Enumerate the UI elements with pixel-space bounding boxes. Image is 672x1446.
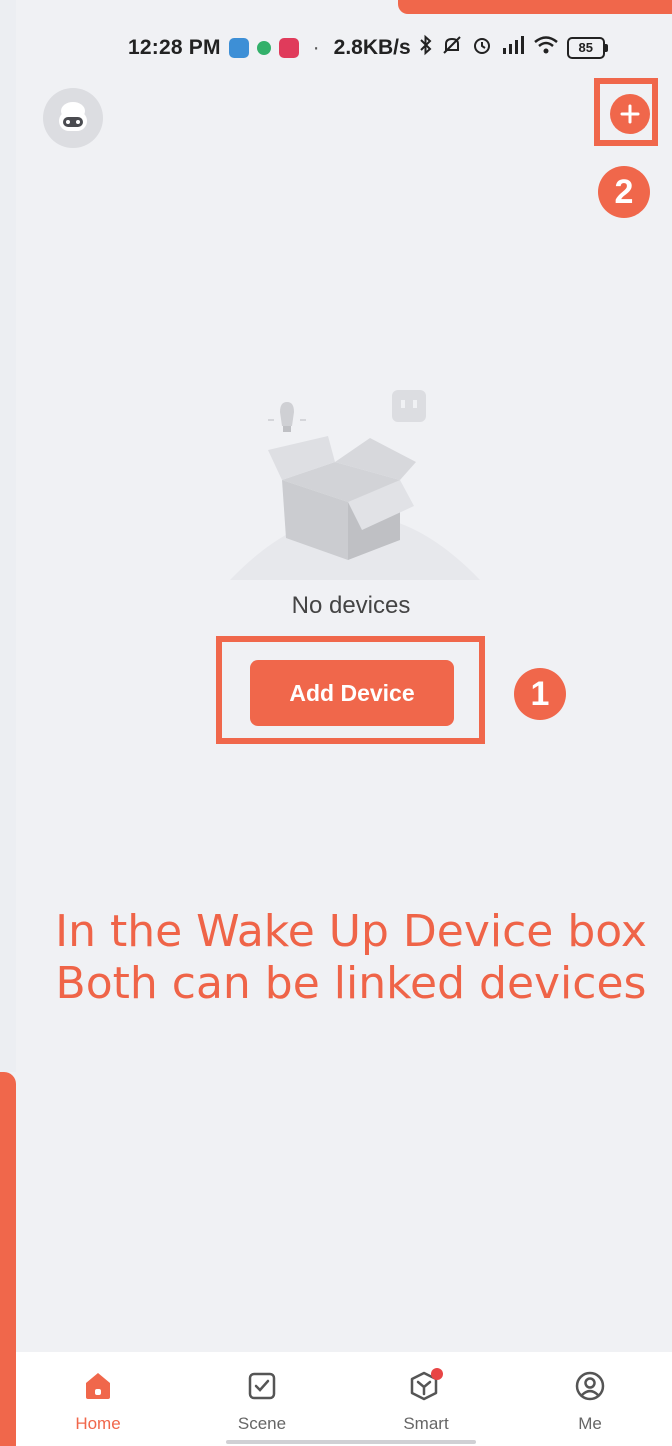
status-separator: · <box>312 36 320 59</box>
battery-icon: 85 <box>566 37 608 59</box>
nav-me-label: Me <box>578 1414 602 1433</box>
home-icon <box>78 1366 118 1406</box>
bottom-navigation: Home Scene Smart Me <box>16 1352 672 1446</box>
status-bar: 12:28 PM · 2.8KB/s 85 <box>128 30 652 66</box>
bottom-left-edge-decoration <box>0 1072 16 1446</box>
battery-level: 85 <box>566 37 605 59</box>
nav-smart-label: Smart <box>403 1414 449 1433</box>
caption-line-2: Both can be linked devices <box>55 958 647 1009</box>
smart-cube-icon <box>406 1366 446 1406</box>
nav-smart[interactable]: Smart <box>344 1352 508 1446</box>
app-notification-icon <box>228 38 249 58</box>
scene-checkbox-icon <box>242 1366 282 1406</box>
empty-state-message: No devices <box>291 592 411 619</box>
robot-avatar-icon[interactable] <box>43 88 103 148</box>
wifi-icon <box>533 34 559 62</box>
caption-line-1: In the Wake Up Device box <box>55 906 647 957</box>
add-device-plus-button[interactable] <box>610 94 650 134</box>
empty-box-icon <box>220 380 490 590</box>
nav-scene-label: Scene <box>237 1414 287 1433</box>
home-indicator <box>226 1440 476 1444</box>
nav-scene[interactable]: Scene <box>180 1352 344 1446</box>
plus-circle-icon <box>620 104 640 124</box>
step-badge-1: 1 <box>514 668 566 720</box>
nav-home-label: Home <box>75 1414 121 1433</box>
app-notification-icon <box>256 41 271 55</box>
app-screen: 12:28 PM · 2.8KB/s 85 2 No devices Add D… <box>0 0 672 1446</box>
step-badge-2: 2 <box>598 166 650 218</box>
signal-icon <box>501 34 525 62</box>
top-edge-decoration <box>398 0 672 14</box>
add-device-button[interactable]: Add Device <box>250 660 454 726</box>
mute-icon <box>441 34 463 62</box>
alarm-icon <box>471 34 493 62</box>
bluetooth-icon <box>419 34 433 62</box>
network-speed: 2.8KB/s <box>333 36 411 59</box>
profile-icon <box>570 1366 610 1406</box>
status-time: 12:28 PM <box>128 36 221 59</box>
app-notification-icon <box>278 38 299 58</box>
instruction-caption: In the Wake Up Device box Both can be li… <box>0 906 672 1010</box>
nav-home[interactable]: Home <box>16 1352 180 1446</box>
nav-me[interactable]: Me <box>508 1352 672 1446</box>
